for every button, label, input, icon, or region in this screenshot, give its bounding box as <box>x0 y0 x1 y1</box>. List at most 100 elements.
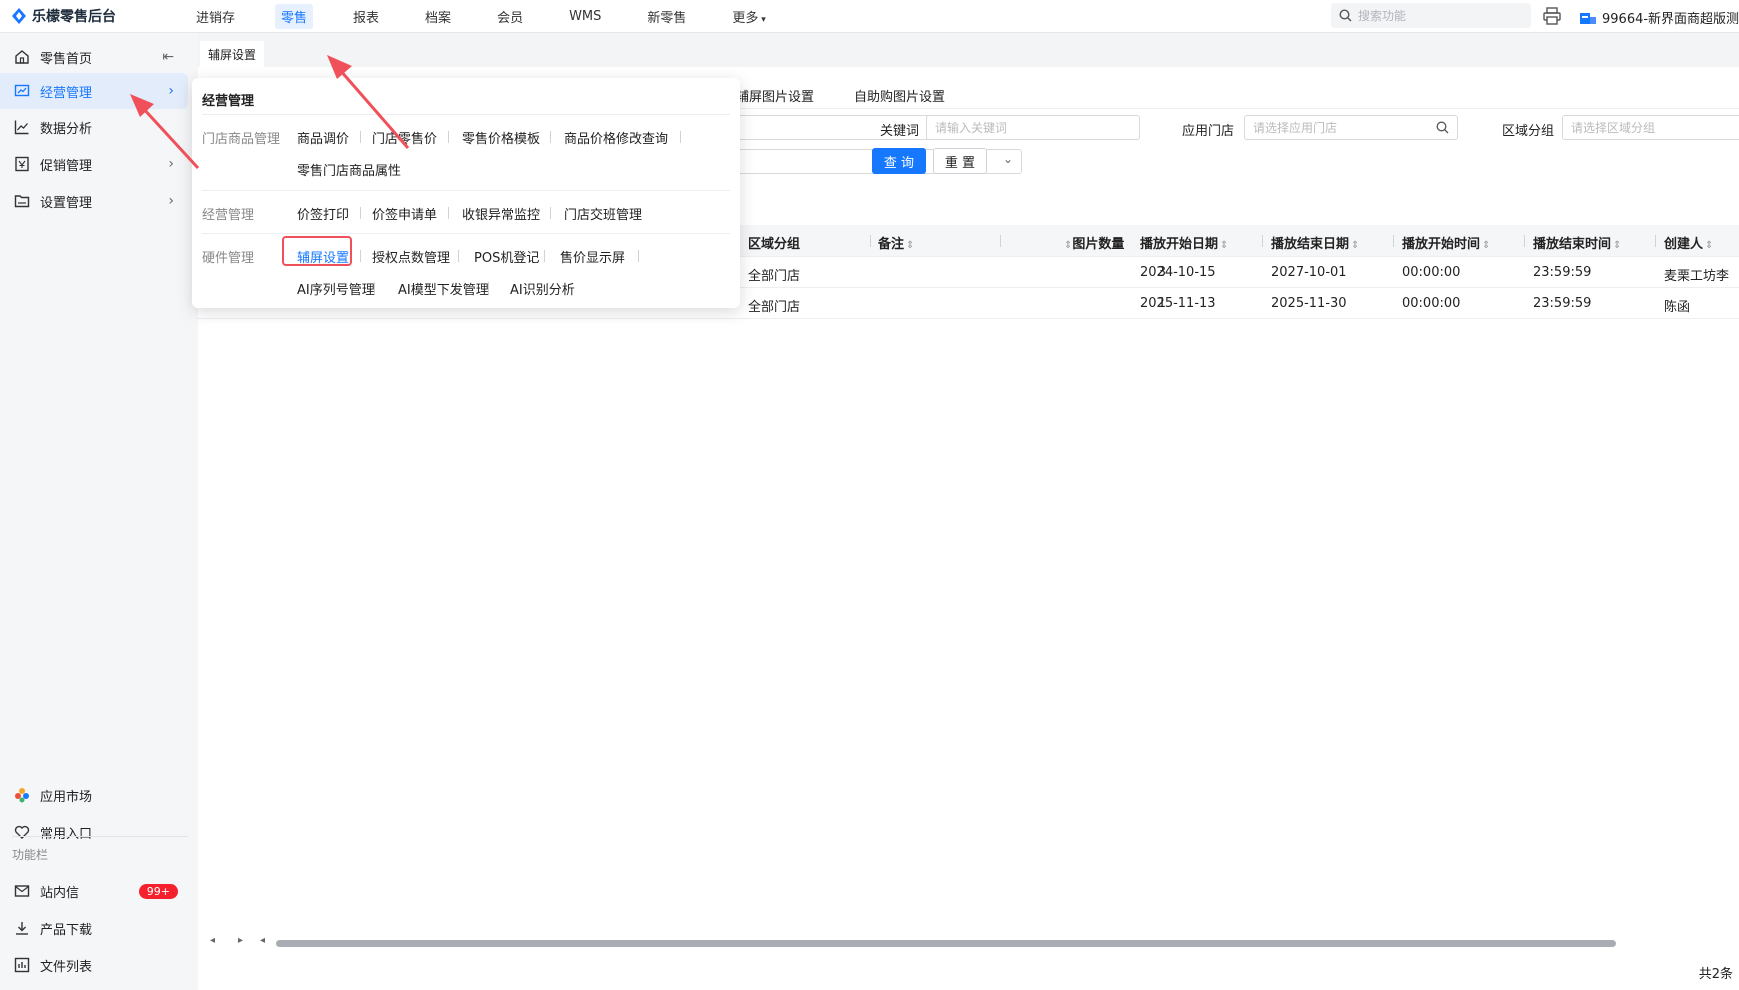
printer-icon[interactable] <box>1542 6 1562 26</box>
logo[interactable]: 乐檬零售后台 <box>12 6 116 26</box>
horizontal-scrollbar[interactable]: ◂ ▸ ◂ <box>208 935 1728 949</box>
sidebar-item-downloads[interactable]: 产品下载 <box>0 910 188 946</box>
col-label: 播放开始时间 <box>1402 237 1481 252</box>
tag-icon <box>15 156 29 172</box>
sort-icon: ⇕ <box>1482 240 1491 251</box>
sidebar-item-operations[interactable]: 经营管理 › <box>0 73 188 109</box>
menu-separator <box>374 282 375 294</box>
menu-separator <box>360 207 361 219</box>
scroll-left-icon[interactable]: ◂ <box>210 935 215 946</box>
sidebar-item-app-market[interactable]: 应用市场 <box>0 777 188 813</box>
region-select[interactable]: 请选择区域分组 <box>1562 115 1739 140</box>
top-nav-more-label: 更多 <box>732 11 759 26</box>
col-label: 创建人 <box>1664 237 1704 252</box>
search-icon <box>1436 121 1449 134</box>
sidebar-item-promotion[interactable]: 促销管理 › <box>0 146 188 182</box>
sidebar-item-label: 设置管理 <box>40 195 93 211</box>
top-nav-xinlingshou[interactable]: 新零售 <box>641 4 692 29</box>
sidebar-item-files[interactable]: 文件列表 <box>0 947 188 983</box>
sidebar-item-home[interactable]: 零售首页 ⇤ <box>0 39 188 75</box>
chevron-right-icon: › <box>168 83 174 99</box>
store-select[interactable]: 请选择应用门店 <box>1244 115 1458 140</box>
menu-link-price-tag-print[interactable]: 价签打印 <box>297 204 349 223</box>
menu-link-ai-serial[interactable]: AI序列号管理 <box>297 279 375 298</box>
col-remark[interactable]: 备注 ⇕ <box>878 233 914 252</box>
col-label: 播放结束日期 <box>1271 237 1350 252</box>
sidebar-item-label: 经营管理 <box>40 85 93 101</box>
keyword-placeholder: 请输入关键词 <box>935 121 1008 135</box>
scroll-right-icon[interactable]: ▸ <box>238 935 243 946</box>
cell-creator: 麦栗工坊李 <box>1664 269 1730 284</box>
menu-separator <box>550 131 551 143</box>
sidebar-item-label: 应用市场 <box>40 789 93 805</box>
tenant-switcher[interactable]: 99664-新界面商超版测 <box>1580 8 1739 27</box>
sort-icon: ⇕ <box>1613 240 1622 251</box>
top-nav-baobiao[interactable]: 报表 <box>347 4 385 29</box>
keyword-label: 关键词 <box>880 124 920 139</box>
operations-menu: 经营管理 门店商品管理 商品调价 门店零售价 零售价格模板 商品价格修改查询 零… <box>192 78 740 308</box>
menu-link-license-points[interactable]: 授权点数管理 <box>372 247 450 266</box>
col-label: 图片数量 <box>1072 237 1125 252</box>
menu-separator <box>680 131 681 143</box>
menu-link-aux-screen-settings[interactable]: 辅屏设置 <box>297 247 349 266</box>
subtab-aux-screen-images[interactable]: 辅屏图片设置 <box>736 86 814 105</box>
top-nav-wms[interactable]: WMS <box>563 6 607 27</box>
menu-separator <box>638 250 639 262</box>
folder-icon <box>14 195 30 208</box>
column-divider <box>1655 235 1656 247</box>
menu-link-ai-model-dispatch[interactable]: AI模型下发管理 <box>398 279 489 298</box>
sidebar-item-favorites[interactable]: 常用入口 <box>0 814 188 850</box>
sort-icon: ⇕ <box>1220 240 1229 251</box>
scroll-left-icon[interactable]: ◂ <box>260 935 265 946</box>
sidebar-item-settings[interactable]: 设置管理 › <box>0 183 188 219</box>
menu-link-price-tag-request[interactable]: 价签申请单 <box>372 204 437 223</box>
col-creator[interactable]: 创建人 ⇕ <box>1664 233 1713 252</box>
reset-button[interactable]: 重 置 <box>933 148 987 174</box>
top-nav-lingshou[interactable]: 零售 <box>275 4 314 29</box>
search-input[interactable]: 搜索功能 <box>1331 3 1531 28</box>
top-nav-jinxiaocun[interactable]: 进销存 <box>190 4 241 29</box>
menu-link-store-goods-attr[interactable]: 零售门店商品属性 <box>297 160 401 179</box>
menu-link-cashier-monitor[interactable]: 收银异常监控 <box>462 204 540 223</box>
menu-link-ai-recognition[interactable]: AI识别分析 <box>510 279 575 298</box>
query-button[interactable]: 查 询 <box>872 148 926 174</box>
chevron-right-icon: › <box>168 193 174 209</box>
sidebar-item-analytics[interactable]: 数据分析 <box>0 109 188 145</box>
subtab-self-checkout-images[interactable]: 自助购图片设置 <box>854 86 945 105</box>
cell-play-start-date: 2025-11-13 <box>1140 296 1216 311</box>
cell-play-start-time: 00:00:00 <box>1402 265 1461 280</box>
col-play-end-date[interactable]: 播放结束日期 ⇕ <box>1271 233 1359 252</box>
top-nav: 进销存 零售 报表 档案 会员 WMS 新零售 更多 ▾ <box>190 0 806 33</box>
top-nav-dangan[interactable]: 档案 <box>419 4 457 29</box>
menu-separator <box>544 250 545 262</box>
col-play-end-time[interactable]: 播放结束时间 ⇕ <box>1533 233 1621 252</box>
cell-play-start-date: 2024-10-15 <box>1140 265 1216 280</box>
menu-separator <box>360 250 361 262</box>
menu-link-price-change-query[interactable]: 商品价格修改查询 <box>564 128 668 147</box>
col-play-start-date[interactable]: 播放开始日期 ⇕ <box>1140 233 1228 252</box>
col-label: 播放开始日期 <box>1140 237 1219 252</box>
menu-category-store-goods: 门店商品管理 <box>202 132 281 147</box>
col-image-count[interactable]: ⇕图片数量 <box>1062 233 1124 252</box>
menu-link-pos-register[interactable]: POS机登记 <box>474 247 539 266</box>
menu-link-price-adjust[interactable]: 商品调价 <box>297 128 349 147</box>
sidebar-item-label: 数据分析 <box>40 121 93 137</box>
menu-link-store-retail-price[interactable]: 门店零售价 <box>372 128 437 147</box>
top-nav-more[interactable]: 更多 ▾ <box>726 4 771 29</box>
menu-separator <box>550 207 551 219</box>
menu-title: 经营管理 <box>202 94 255 109</box>
menu-link-retail-price-template[interactable]: 零售价格模板 <box>462 128 540 147</box>
sidebar-item-messages[interactable]: 站内信 99+ <box>0 873 188 909</box>
collapse-sidebar-icon[interactable]: ⇤ <box>162 49 174 65</box>
menu-link-price-display[interactable]: 售价显示屏 <box>560 247 625 266</box>
top-nav-huiyuan[interactable]: 会员 <box>491 4 529 29</box>
logo-icon <box>12 8 26 24</box>
menu-category-hardware: 硬件管理 <box>202 251 255 266</box>
scrollbar-thumb[interactable] <box>276 940 1616 947</box>
menu-link-shift-handover[interactable]: 门店交班管理 <box>564 204 642 223</box>
col-play-start-time[interactable]: 播放开始时间 ⇕ <box>1402 233 1490 252</box>
tab-aux-screen-settings[interactable]: 辅屏设置 <box>200 41 265 67</box>
cell-play-end-date: 2027-10-01 <box>1271 265 1347 280</box>
keyword-input[interactable]: 请输入关键词 <box>926 115 1140 140</box>
store-placeholder: 请选择应用门店 <box>1253 121 1338 135</box>
